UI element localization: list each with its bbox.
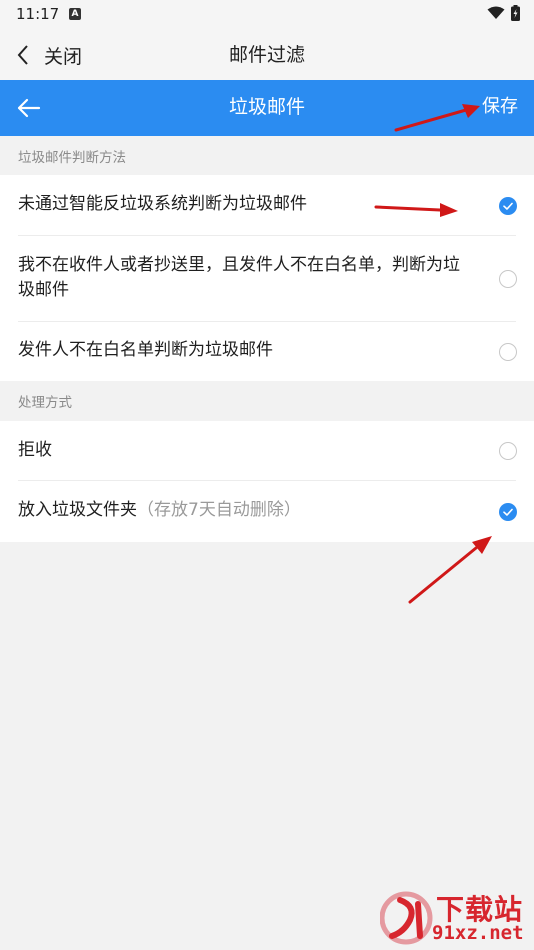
watermark-emblem-icon — [380, 891, 433, 945]
wifi-icon — [487, 6, 505, 19]
close-button[interactable]: 关闭 — [16, 30, 82, 80]
radio-checked-icon[interactable] — [499, 503, 517, 521]
status-bar: 11:17 A — [0, 0, 534, 30]
radio-unchecked-icon[interactable] — [499, 270, 517, 288]
judgement-option-not-recipient[interactable]: 我不在收件人或者抄送里，且发件人不在白名单，判断为垃圾邮件 — [0, 236, 534, 322]
save-button[interactable]: 保存 — [482, 80, 518, 136]
arrow-left-icon — [17, 98, 41, 118]
close-label: 关闭 — [44, 45, 83, 68]
watermark-domain: 91xz.net — [432, 922, 524, 944]
judgement-option-smart-filter[interactable]: 未通过智能反垃圾系统判断为垃圾邮件 — [0, 175, 534, 236]
radio-checked-icon[interactable] — [499, 197, 517, 215]
section-label-judgement: 垃圾邮件判断方法 — [18, 150, 126, 166]
option-label: 我不在收件人或者抄送里，且发件人不在白名单，判断为垃圾邮件 — [18, 255, 460, 300]
section-label-handling: 处理方式 — [18, 395, 72, 411]
option-label: 发件人不在白名单判断为垃圾邮件 — [18, 340, 273, 360]
chevron-left-icon — [17, 45, 28, 65]
header-title: 垃圾邮件 — [228, 96, 305, 118]
option-label: 放入垃圾文件夹 — [18, 500, 137, 520]
handling-option-junk-folder[interactable]: 放入垃圾文件夹（存放7天自动删除） — [0, 481, 534, 542]
option-label: 拒收 — [18, 440, 52, 460]
top-nav: 关闭 邮件过滤 — [0, 30, 534, 80]
battery-icon — [511, 5, 520, 21]
notification-app-icon: A — [69, 8, 81, 20]
status-time: 11:17 — [16, 5, 60, 23]
handling-options-list: 拒收 放入垃圾文件夹（存放7天自动删除） — [0, 421, 534, 542]
radio-unchecked-icon[interactable] — [499, 343, 517, 361]
option-note: （存放7天自动删除） — [137, 500, 301, 520]
handling-option-reject[interactable]: 拒收 — [0, 421, 534, 481]
judgement-option-not-whitelist[interactable]: 发件人不在白名单判断为垃圾邮件 — [0, 322, 534, 381]
judgement-options-list: 未通过智能反垃圾系统判断为垃圾邮件 我不在收件人或者抄送里，且发件人不在白名单，… — [0, 175, 534, 381]
watermark-logo: 下载站 91xz.net — [380, 888, 530, 948]
back-button[interactable] — [14, 93, 44, 123]
status-indicators — [487, 5, 520, 21]
option-label-group: 放入垃圾文件夹（存放7天自动删除） — [18, 498, 464, 523]
header-bar: 垃圾邮件 保存 — [0, 80, 534, 136]
option-label: 未通过智能反垃圾系统判断为垃圾邮件 — [18, 194, 307, 214]
radio-unchecked-icon[interactable] — [499, 442, 517, 460]
